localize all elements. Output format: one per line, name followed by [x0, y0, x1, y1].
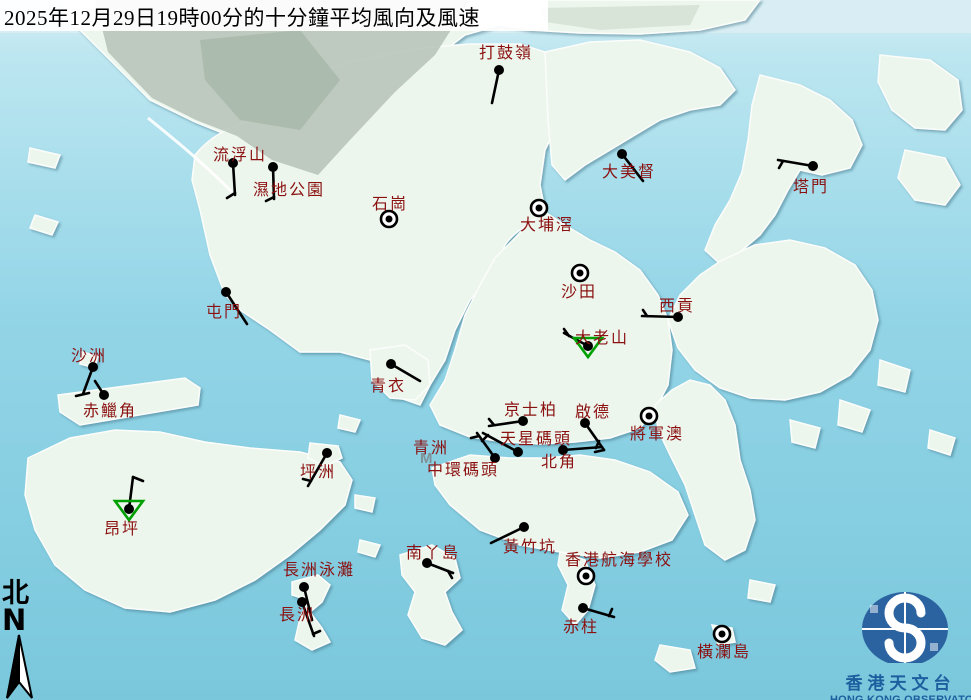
station-wind: 大美督: [602, 149, 656, 181]
station-dot: [99, 390, 109, 400]
station-dot: [386, 359, 396, 369]
station-label: 青衣: [370, 377, 406, 395]
station-label: 南丫島: [406, 544, 460, 562]
station-label: 長洲泳灘: [283, 561, 355, 579]
wind-barb-segment: [76, 393, 89, 396]
north-arrow-icon: [2, 633, 42, 700]
station-wind: 黃竹坑: [491, 522, 557, 556]
station-label: 中環碼頭: [427, 461, 499, 479]
station-dot: [299, 582, 309, 592]
station-dot: [808, 161, 818, 171]
station-wind: 啟德: [575, 403, 611, 452]
station-wind: 西貢: [642, 298, 695, 322]
station-label: 濕地公園: [253, 181, 325, 199]
station-label: 昂坪: [104, 520, 140, 538]
station-label: 香港航海學校: [565, 551, 673, 569]
station-dot: [519, 522, 529, 532]
station-label: 大老山: [575, 329, 629, 347]
station-label: 石崗: [372, 195, 408, 213]
station-wind: 青衣: [370, 359, 420, 395]
station-wind: 昂坪: [104, 477, 143, 538]
station-wind: 赤柱: [563, 603, 614, 636]
calm-station-dot: [536, 205, 543, 212]
calm-station-dot: [719, 631, 726, 638]
station-calm: 香港航海學校: [565, 551, 673, 584]
wind-barb-segment: [471, 436, 479, 438]
calm-station-dot: [577, 270, 584, 277]
station-dot: [494, 65, 504, 75]
station-label: 長洲: [279, 606, 315, 624]
station-label: 黃竹坑: [503, 538, 557, 556]
station-label: 赤柱: [563, 618, 599, 636]
station-wind: 沙洲: [71, 348, 107, 396]
hko-logo: 香港天文台 HONG KONG OBSERVATORY: [830, 585, 971, 700]
station-calm: 沙田: [561, 265, 597, 301]
station-label: 流浮山: [213, 146, 267, 164]
station-wind: 屯門: [206, 287, 247, 324]
basemap-m-marker: M: [420, 450, 433, 467]
station-label: 西貢: [659, 298, 695, 315]
station-dot: [513, 447, 523, 457]
station-label: 橫瀾島: [697, 643, 751, 661]
wind-barb-segment: [595, 450, 604, 452]
station-label: 赤鱲角: [83, 402, 137, 420]
station-label: 屯門: [206, 303, 242, 321]
wind-barb-segment: [779, 161, 783, 168]
station-dot: [578, 603, 588, 613]
station-dot: [124, 504, 134, 514]
station-label: 京士柏: [504, 401, 558, 419]
station-calm: 橫瀾島: [697, 626, 751, 661]
station-calm: 石崗: [372, 195, 408, 227]
stations-layer: 打鼓嶺流浮山濕地公園石崗大埔滘大美督塔門沙田屯門西貢大老山沙洲赤鱲角青衣青洲京士…: [0, 0, 971, 700]
station-calm: 大埔滘: [520, 200, 574, 234]
station-dot: [322, 448, 332, 458]
station-wind: 大老山: [564, 329, 629, 357]
compass-north: 北 N: [2, 580, 42, 700]
station-dot: [268, 162, 278, 172]
station-label: 天星碼頭: [500, 430, 572, 448]
station-label: 沙洲: [71, 348, 107, 365]
station-wind: 坪洲: [300, 448, 336, 486]
station-label: 大美督: [602, 163, 656, 181]
station-label: 塔門: [793, 178, 829, 196]
station-wind: 京士柏: [489, 401, 558, 426]
wind-barb-segment: [313, 631, 320, 634]
station-wind: 南丫島: [406, 544, 460, 578]
station-wind: 赤鱲角: [83, 381, 137, 420]
wind-map-screen: 2025年12月29日19時00分的十分鐘平均風向及風速 打鼓嶺流浮山濕地公園石…: [0, 0, 971, 700]
calm-station-dot: [386, 216, 393, 223]
hko-logo-icon: [830, 585, 971, 663]
station-wind: 打鼓嶺: [479, 44, 533, 103]
hko-logo-english: HONG KONG OBSERVATORY: [830, 694, 971, 700]
station-label: 大埔滘: [520, 216, 574, 234]
compass-north-letter: N: [2, 607, 42, 633]
station-wind: 天星碼頭: [482, 430, 572, 457]
wind-barb-segment: [492, 70, 499, 103]
hko-logo-chinese: 香港天文台: [830, 669, 971, 694]
station-dot: [617, 149, 627, 159]
station-label: 北角: [541, 453, 577, 471]
wind-barb-segment: [489, 419, 494, 425]
calm-station-dot: [646, 413, 653, 420]
station-label: 坪洲: [300, 463, 336, 481]
calm-station-dot: [583, 573, 590, 580]
station-label: 打鼓嶺: [479, 44, 533, 62]
wind-barb-segment: [133, 477, 143, 481]
station-wind: 濕地公園: [253, 162, 325, 201]
station-wind: 長洲: [279, 597, 320, 636]
station-label: 啟德: [575, 403, 611, 421]
station-wind: 塔門: [778, 160, 829, 196]
station-calm: 將軍澳: [630, 408, 684, 443]
station-label: 將軍澳: [630, 425, 684, 443]
station-dot: [297, 597, 307, 607]
station-label: 沙田: [561, 284, 597, 301]
station-dot: [221, 287, 231, 297]
